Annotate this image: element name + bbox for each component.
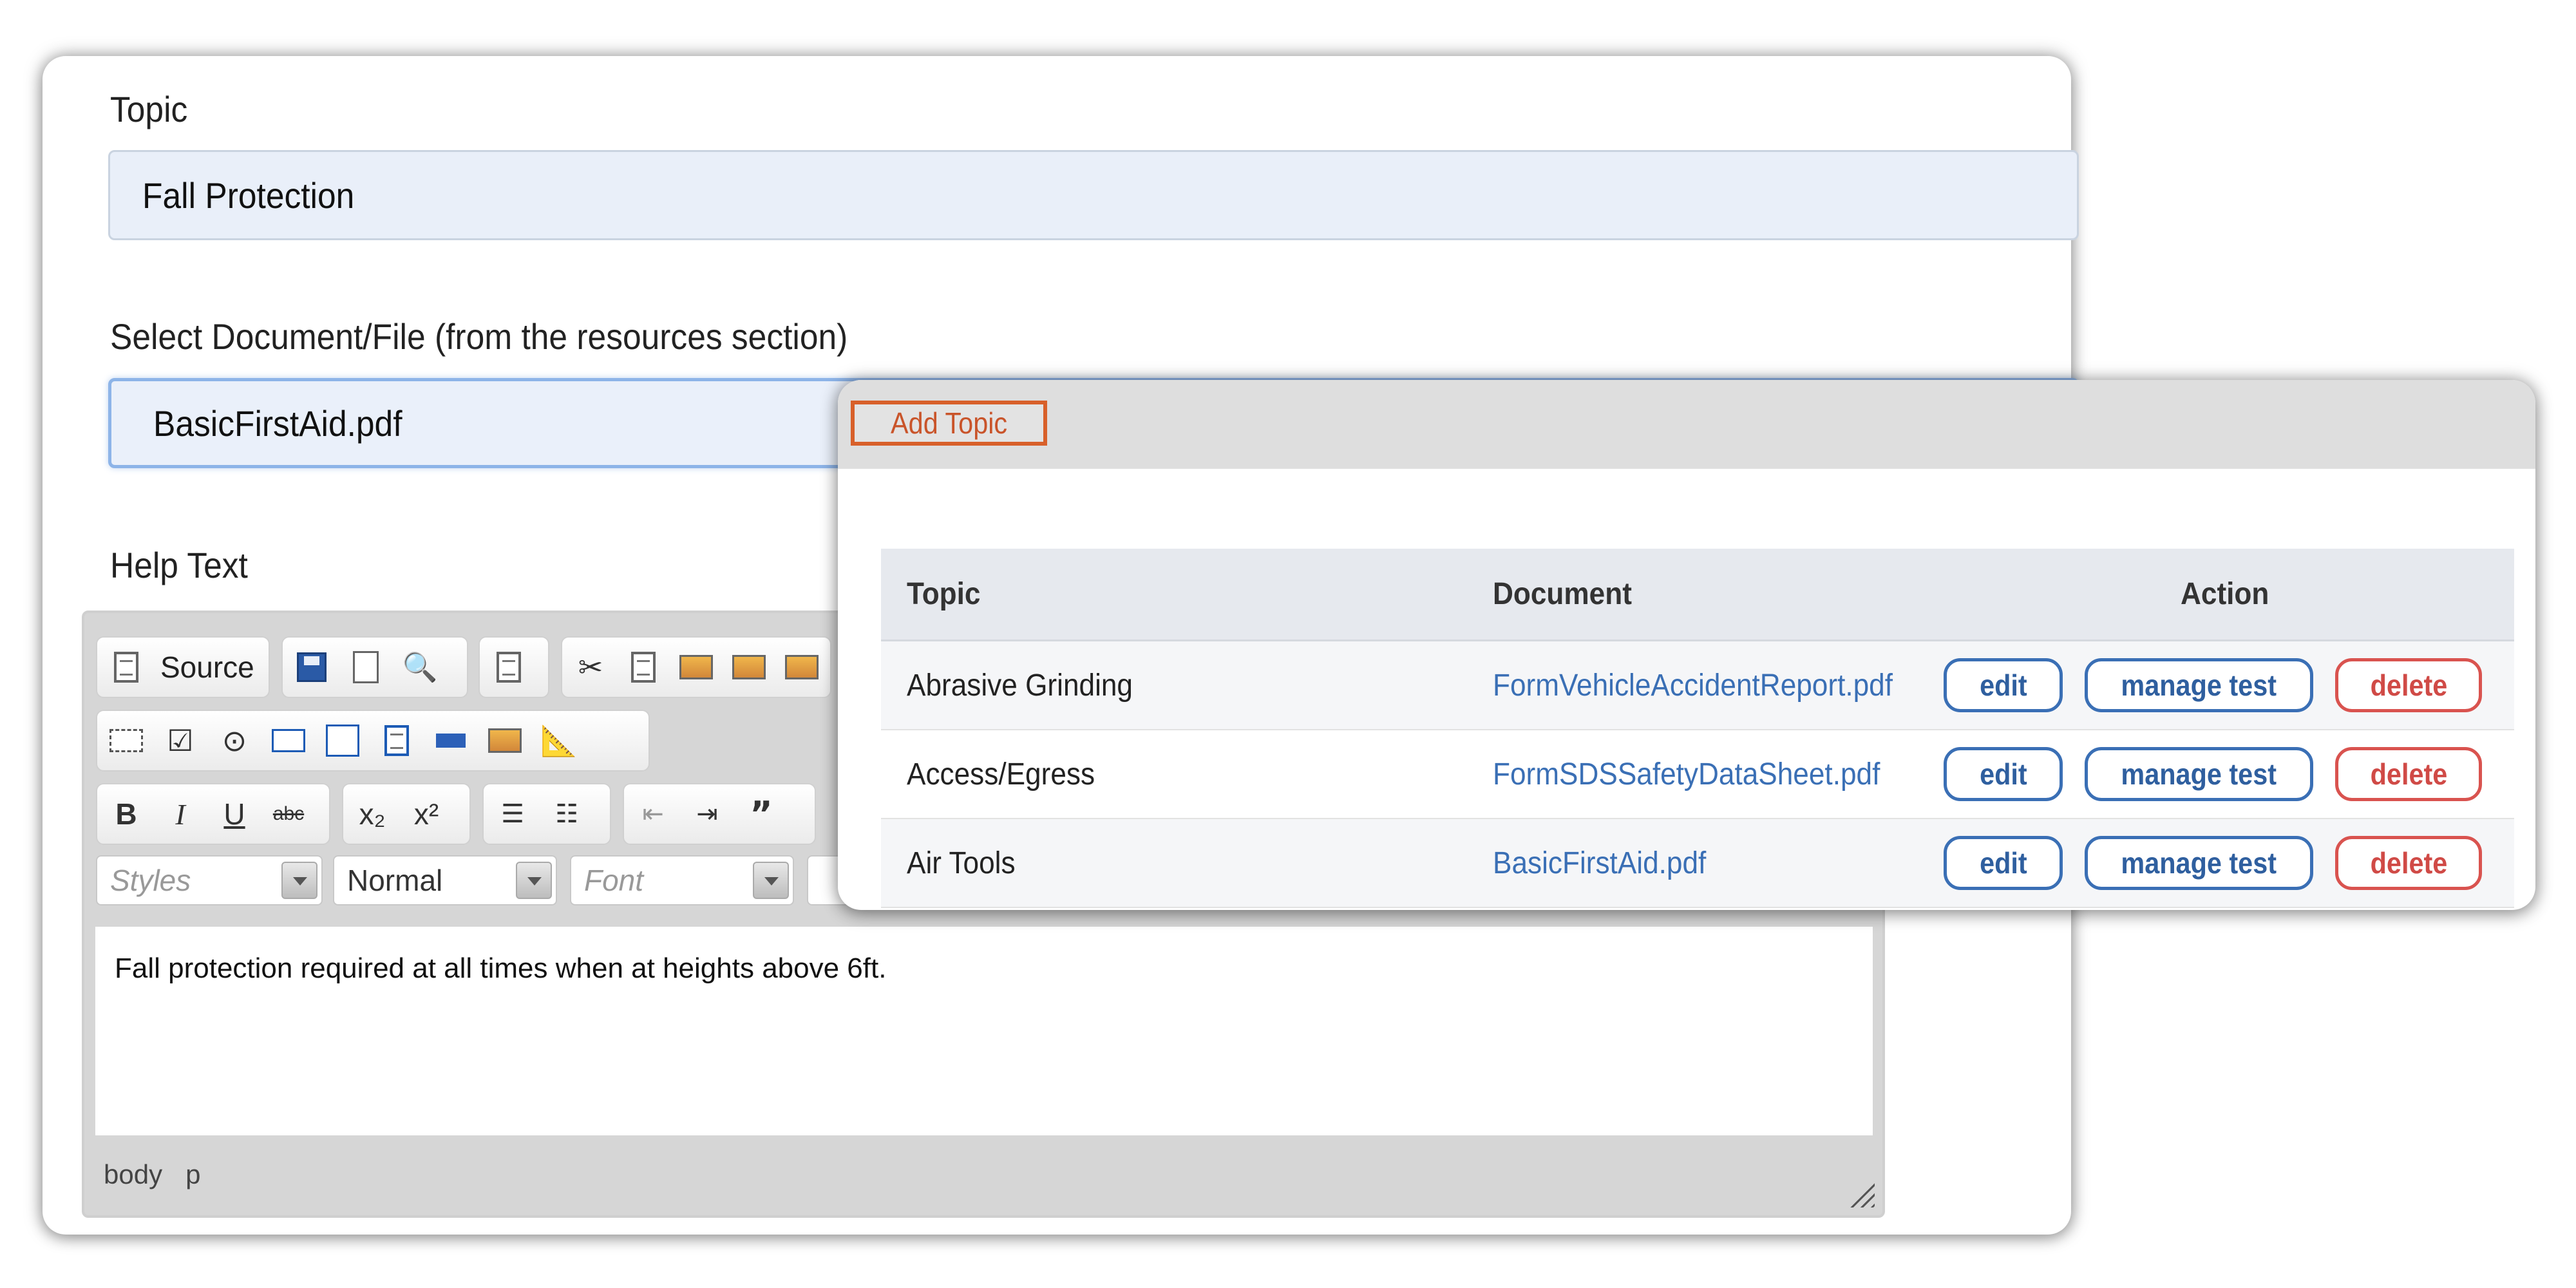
column-header-action: Action	[1944, 549, 2514, 641]
italic-icon[interactable]: I	[160, 794, 200, 834]
format-dropdown[interactable]: Normal	[333, 855, 557, 905]
hidden-field-icon[interactable]: 📐	[539, 721, 579, 761]
paste-word-icon[interactable]	[782, 647, 821, 687]
table-header-row: Topic Document Action	[881, 549, 2514, 641]
toolbar-group-document: 🔍	[281, 636, 468, 698]
indent-icon[interactable]: ⇥	[687, 794, 727, 834]
editor-content-text: Fall protection required at all times wh…	[115, 952, 887, 984]
chevron-down-icon	[753, 862, 789, 899]
cell-topic: Abrasive Grinding	[881, 640, 1467, 730]
cell-document-link[interactable]: FormVehicleAccidentReport.pdf	[1467, 640, 1944, 730]
underline-icon[interactable]: U	[214, 794, 254, 834]
cell-document-link[interactable]: BasicFirstAid.pdf	[1467, 819, 1944, 908]
styles-dropdown[interactable]: Styles	[96, 855, 323, 905]
column-header-topic: Topic	[881, 549, 1467, 641]
topic-input-value: Fall Protection	[142, 175, 355, 216]
editor-content-area[interactable]: Fall protection required at all times wh…	[95, 927, 1873, 1135]
path-body[interactable]: body	[104, 1159, 162, 1190]
bulleted-list-icon[interactable]: ☷	[547, 794, 587, 834]
templates-icon[interactable]	[489, 647, 529, 687]
toolbar-group-indent: ⇤ ⇥ ”	[623, 783, 816, 845]
topics-table-popup: Add Topic Topic Document Action Abrasive…	[838, 380, 2535, 910]
toolbar-group-templates	[478, 636, 549, 698]
cell-actions: edit manage test delete	[1944, 819, 2514, 908]
cell-actions: edit manage test delete	[1944, 730, 2514, 819]
toolbar-group-clipboard: ✂	[561, 636, 831, 698]
element-path-bar: body p	[104, 1159, 200, 1190]
cell-topic: Access/Egress	[881, 730, 1467, 819]
font-dropdown[interactable]: Font	[570, 855, 794, 905]
delete-button[interactable]: delete	[2335, 658, 2482, 712]
source-button[interactable]: Source	[160, 647, 254, 687]
copy-icon[interactable]	[624, 647, 663, 687]
blockquote-icon[interactable]: ”	[741, 794, 781, 835]
subscript-icon[interactable]: x₂	[352, 794, 392, 834]
toolbar-group-scripts: x₂ x²	[342, 783, 471, 845]
chevron-down-icon	[281, 862, 317, 899]
strikethrough-icon[interactable]: abc	[269, 794, 308, 834]
cell-actions: edit manage test delete	[1944, 640, 2514, 730]
save-icon[interactable]	[292, 647, 332, 687]
styles-dropdown-value: Styles	[110, 864, 191, 897]
add-topic-button[interactable]: Add Topic	[851, 401, 1047, 446]
radio-icon[interactable]: ⊙	[214, 721, 254, 761]
textarea-icon[interactable]	[323, 721, 363, 761]
add-topic-label: Add Topic	[890, 406, 1008, 440]
outdent-icon[interactable]: ⇤	[633, 794, 673, 834]
manage-test-button[interactable]: manage test	[2085, 836, 2313, 890]
superscript-icon[interactable]: x²	[406, 794, 446, 834]
paste-icon[interactable]	[677, 647, 715, 687]
font-dropdown-value: Font	[584, 864, 644, 897]
document-label: Select Document/File (from the resources…	[110, 316, 848, 357]
edit-button[interactable]: edit	[1944, 747, 2063, 801]
cell-document-link[interactable]: FormSDSSafetyDataSheet.pdf	[1467, 730, 1944, 819]
edit-button[interactable]: edit	[1944, 836, 2063, 890]
table-row: Air Tools BasicFirstAid.pdf edit manage t…	[881, 819, 2514, 908]
toolbar-group-forms: ☑ ⊙ 📐	[96, 710, 650, 772]
cut-icon[interactable]: ✂	[571, 647, 610, 687]
resize-handle-icon[interactable]	[1849, 1182, 1875, 1208]
topics-table: Topic Document Action Abrasive Grinding …	[881, 549, 2514, 908]
format-dropdown-value: Normal	[347, 864, 443, 897]
bold-icon[interactable]: B	[106, 794, 146, 834]
delete-button[interactable]: delete	[2335, 836, 2482, 890]
topic-input[interactable]: Fall Protection	[108, 150, 2079, 240]
table-row: Access/Egress FormSDSSafetyDataSheet.pdf…	[881, 730, 2514, 819]
table-row: Abrasive Grinding FormVehicleAccidentRep…	[881, 640, 2514, 730]
popup-header: Add Topic	[838, 380, 2535, 469]
checkbox-icon[interactable]: ☑	[160, 721, 200, 761]
cell-topic: Air Tools	[881, 819, 1467, 908]
numbered-list-icon[interactable]: ☰	[493, 794, 533, 834]
source-icon[interactable]	[106, 647, 146, 687]
preview-icon[interactable]: 🔍	[400, 647, 440, 687]
delete-button[interactable]: delete	[2335, 747, 2482, 801]
toolbar-group-lists: ☰ ☷	[482, 783, 611, 845]
document-select-value: BasicFirstAid.pdf	[153, 402, 402, 444]
manage-test-button[interactable]: manage test	[2085, 658, 2313, 712]
chevron-down-icon	[516, 862, 552, 899]
image-button-icon[interactable]	[485, 721, 525, 761]
new-page-icon[interactable]	[346, 647, 386, 687]
edit-button[interactable]: edit	[1944, 658, 2063, 712]
paste-text-icon[interactable]	[730, 647, 768, 687]
column-header-document: Document	[1467, 549, 1944, 641]
topic-label: Topic	[110, 89, 188, 129]
path-p[interactable]: p	[185, 1159, 200, 1190]
toolbar-group-source: Source	[96, 636, 270, 698]
text-field-icon[interactable]	[269, 721, 308, 761]
manage-test-button[interactable]: manage test	[2085, 747, 2313, 801]
help-text-label: Help Text	[110, 545, 248, 585]
button-icon[interactable]	[431, 721, 471, 761]
form-icon[interactable]	[106, 721, 146, 761]
toolbar-group-basicstyles: B I U abc	[96, 783, 330, 845]
select-icon[interactable]	[377, 721, 417, 761]
